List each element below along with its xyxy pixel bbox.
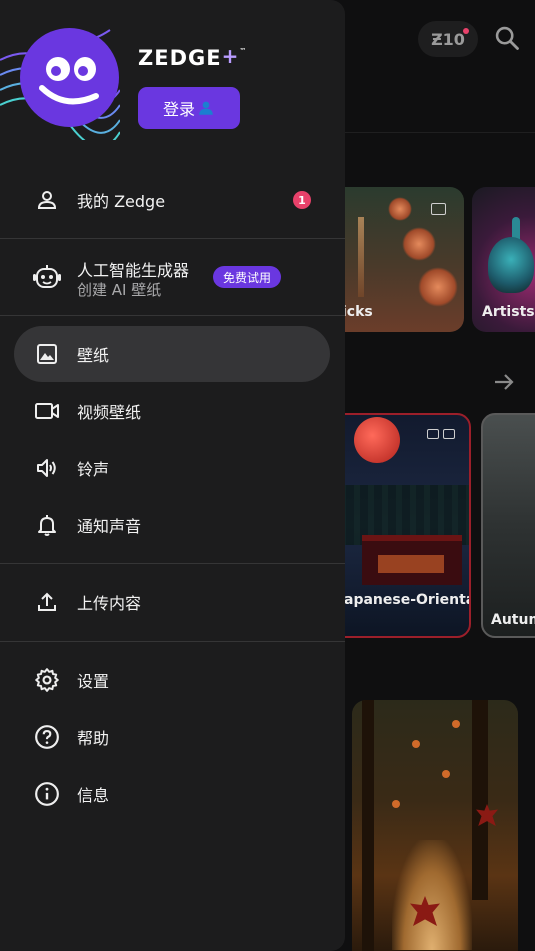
help-icon bbox=[34, 724, 60, 750]
menu-item-info[interactable]: 信息 bbox=[0, 766, 345, 822]
menu-item-label: 视频壁纸 bbox=[77, 403, 142, 422]
image-icon bbox=[427, 429, 439, 439]
menu-item-my-zedge[interactable]: 我的 Zedge 1 bbox=[0, 172, 345, 228]
image-icon bbox=[431, 203, 446, 215]
brand-name: ZEDGE bbox=[138, 46, 222, 70]
divider bbox=[0, 238, 345, 239]
wallpaper-card[interactable]: apanese-Orienta bbox=[330, 413, 471, 638]
menu-item-help[interactable]: 帮助 bbox=[0, 709, 345, 765]
trademark: ™ bbox=[239, 47, 248, 55]
credits-notification-dot bbox=[463, 28, 469, 34]
person-icon bbox=[34, 187, 60, 213]
drawer-header: ZEDGE+™ 登录 bbox=[0, 0, 345, 150]
wallpaper-card[interactable]: Autum bbox=[481, 413, 535, 638]
app-screen: Ƶ10 icks Artists C apanese-Orien bbox=[0, 0, 535, 951]
bell-icon bbox=[34, 512, 60, 538]
menu-item-label: 通知声音 bbox=[77, 517, 142, 536]
menu-item-ai-generator[interactable]: 人工智能生成器 创建 AI 壁纸 免费试用 bbox=[0, 247, 345, 307]
free-trial-badge: 免费试用 bbox=[213, 266, 282, 288]
card-title: Artists C bbox=[482, 304, 535, 320]
robot-icon bbox=[32, 262, 62, 292]
card-art bbox=[452, 720, 460, 728]
ai-generator-title: 人工智能生成器 bbox=[77, 261, 190, 280]
user-icon bbox=[199, 101, 213, 115]
menu-item-upload[interactable]: 上传内容 bbox=[0, 574, 345, 630]
search-icon[interactable] bbox=[493, 24, 521, 52]
card-art bbox=[378, 555, 444, 573]
card-art bbox=[358, 217, 364, 297]
wallpaper-card[interactable] bbox=[352, 700, 518, 951]
card-art bbox=[472, 700, 488, 900]
menu-item-notification-sounds[interactable]: 通知声音 bbox=[0, 497, 345, 553]
info-icon bbox=[34, 781, 60, 807]
smiley-face-icon bbox=[39, 57, 99, 105]
upload-icon bbox=[34, 589, 60, 615]
menu-item-label: 帮助 bbox=[77, 729, 110, 748]
avatar[interactable] bbox=[20, 28, 119, 127]
credits-value: Ƶ10 bbox=[431, 29, 465, 49]
login-label: 登录 bbox=[162, 100, 195, 119]
image-icon bbox=[34, 341, 60, 367]
login-button[interactable]: 登录 bbox=[138, 87, 240, 129]
brand-plus: + bbox=[221, 44, 240, 68]
speaker-icon bbox=[34, 455, 60, 481]
menu-item-label: 壁纸 bbox=[77, 346, 110, 365]
background-divider bbox=[345, 132, 535, 133]
menu-item-label: 铃声 bbox=[77, 460, 110, 479]
card-art bbox=[388, 197, 412, 221]
credits-pill[interactable]: Ƶ10 bbox=[418, 21, 478, 57]
ai-generator-subtitle: 创建 AI 壁纸 bbox=[77, 281, 162, 299]
arrow-right-icon[interactable] bbox=[492, 370, 516, 394]
card-title: Autum bbox=[491, 612, 535, 628]
card-art bbox=[362, 700, 374, 951]
card-art bbox=[354, 417, 400, 463]
gear-icon bbox=[34, 667, 60, 693]
card-title: icks bbox=[342, 304, 373, 320]
video-icon bbox=[443, 429, 455, 439]
menu-item-video-wallpapers[interactable]: 视频壁纸 bbox=[0, 383, 345, 439]
menu-item-wallpapers[interactable]: 壁纸 bbox=[0, 326, 345, 382]
media-type-icons bbox=[427, 429, 455, 439]
card-art bbox=[392, 840, 472, 950]
video-icon bbox=[34, 398, 60, 424]
navigation-drawer: ZEDGE+™ 登录 我的 Zedge 1 人工智能生成器 创建 AI 壁纸 免… bbox=[0, 0, 345, 951]
card-art bbox=[442, 770, 450, 778]
menu-item-settings[interactable]: 设置 bbox=[0, 652, 345, 708]
menu-item-label: 上传内容 bbox=[77, 594, 142, 613]
menu-item-ringtones[interactable]: 铃声 bbox=[0, 440, 345, 496]
card-art bbox=[392, 800, 400, 808]
menu-item-label: 我的 Zedge bbox=[77, 192, 166, 211]
wallpaper-card[interactable]: Artists C bbox=[472, 187, 535, 332]
notification-badge: 1 bbox=[293, 191, 311, 209]
divider bbox=[0, 641, 345, 642]
menu-item-label: 信息 bbox=[77, 786, 110, 805]
card-title: apanese-Orienta bbox=[344, 592, 471, 608]
menu-item-label: 设置 bbox=[77, 672, 110, 691]
card-art bbox=[418, 267, 458, 307]
card-art bbox=[488, 237, 534, 293]
divider bbox=[0, 563, 345, 564]
divider bbox=[0, 315, 345, 316]
zedge-plus-logo: ZEDGE+™ bbox=[138, 44, 248, 70]
card-art bbox=[412, 740, 420, 748]
card-art bbox=[402, 227, 436, 261]
